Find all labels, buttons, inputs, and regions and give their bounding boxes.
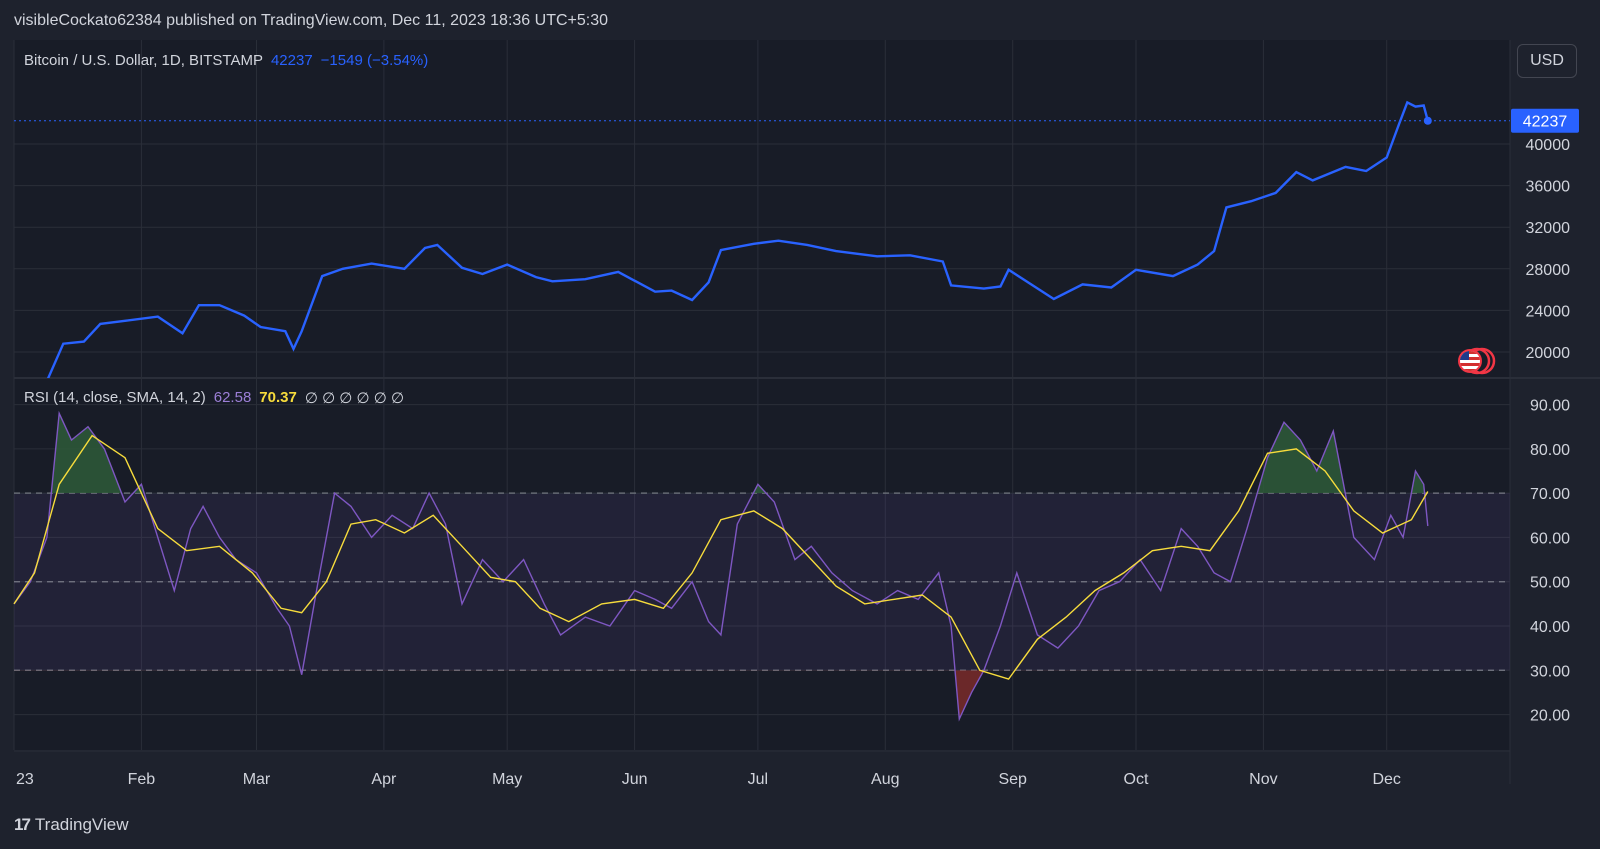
rsi-tick-label: 40.00 (1530, 619, 1570, 636)
time-tick-label: Mar (243, 771, 271, 788)
last-price-tag-label: 42237 (1523, 114, 1568, 131)
time-tick-label: Jul (748, 771, 768, 788)
price-tick-label: 40000 (1526, 137, 1571, 154)
time-tick-label: Aug (871, 771, 899, 788)
price-legend: Bitcoin / U.S. Dollar, 1D, BITSTAMP 4223… (24, 52, 428, 69)
chart-canvas: 23 Feb Mar Apr May Jun Jul Aug Sep Oct Nov Dec 20000… (13, 40, 1600, 788)
brand-name[interactable]: TradingView (35, 815, 129, 835)
price-pane (14, 40, 1510, 378)
currency-button[interactable]: USD (1517, 44, 1577, 78)
price-tick-label: 28000 (1526, 262, 1571, 279)
rsi-tick-label: 80.00 (1530, 442, 1570, 459)
time-tick-label: Apr (371, 771, 397, 788)
rsi-tick-label: 50.00 (1530, 575, 1570, 592)
rsi-legend: RSI (14, close, SMA, 14, 2) 62.58 70.37 … (24, 389, 404, 407)
tradingview-logo-icon[interactable]: 17 (14, 815, 31, 835)
rsi-value: 62.58 (213, 389, 252, 406)
rsi-tick-label: 20.00 (1530, 708, 1570, 725)
rsi-tick-label: 70.00 (1530, 486, 1570, 503)
price-tick-label: 36000 (1526, 179, 1571, 196)
price-tick-label: 32000 (1526, 220, 1571, 237)
rsi-ma-value: 70.37 (259, 389, 297, 406)
price-change-value: −1549 (−3.54%) (320, 52, 429, 69)
last-price-value: 42237 (270, 52, 313, 69)
rsi-tick-label: 60.00 (1530, 530, 1570, 547)
price-tick-label: 24000 (1526, 303, 1571, 320)
footer: 17 TradingView (14, 815, 128, 835)
time-tick-label: Nov (1249, 771, 1277, 788)
us-flag-icon[interactable] (1456, 347, 1496, 375)
rsi-tick-label: 90.00 (1530, 398, 1570, 415)
time-tick-label: 23 (16, 771, 34, 788)
time-tick-label: Dec (1372, 771, 1400, 788)
time-tick-label: Oct (1124, 771, 1149, 788)
rsi-tick-label: 30.00 (1530, 663, 1570, 680)
last-price-marker[interactable] (1423, 116, 1432, 125)
rsi-empty-values: ∅ ∅ ∅ ∅ ∅ ∅ (304, 390, 405, 407)
time-tick-label: Feb (128, 771, 156, 788)
time-tick-label: Jun (622, 771, 648, 788)
time-tick-label: Sep (998, 771, 1027, 788)
price-tick-label: 20000 (1526, 345, 1571, 362)
time-tick-label: May (492, 771, 522, 788)
rsi-title[interactable]: RSI (14, close, SMA, 14, 2) (24, 389, 206, 407)
symbol-title[interactable]: Bitcoin / U.S. Dollar, 1D, BITSTAMP (24, 52, 263, 69)
